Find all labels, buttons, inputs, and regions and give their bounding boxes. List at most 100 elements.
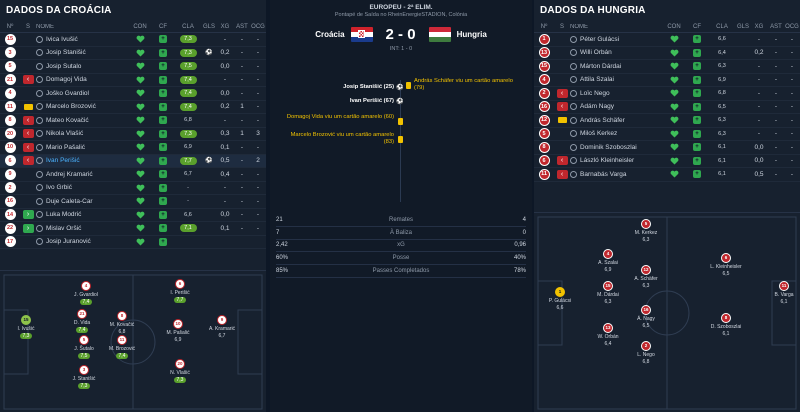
player-name[interactable]: Loïc Nego (580, 90, 610, 97)
player-name[interactable]: Ádám Nagy (580, 103, 614, 110)
table-row[interactable]: 8 Dominik Szoboszlai +6,1 0,0 - - (534, 141, 800, 155)
name-cell[interactable]: Loïc Nego (570, 89, 662, 97)
player-name[interactable]: László Kleinheisler (580, 157, 634, 164)
pitch-player[interactable]: 8 D. Szoboszlai 6,1 (709, 313, 743, 337)
col-ocg[interactable]: OCG (784, 24, 800, 30)
pitch-player[interactable]: 6 I. Perišić 7,7 (163, 279, 197, 303)
player-name[interactable]: Dominik Szoboszlai (580, 144, 637, 151)
player-name[interactable]: Luka Modrić (46, 211, 81, 218)
pitch-player[interactable]: 8 M. Kovačić 6,8 (105, 311, 139, 335)
table-row[interactable]: 10 ‹ Mario Pašalić +6,9 0,1 - - (0, 141, 266, 155)
name-cell[interactable]: Joško Gvardiol (36, 89, 128, 97)
player-name[interactable]: Andrej Kramarić (46, 171, 93, 178)
player-name[interactable]: Josip Juranović (46, 238, 91, 245)
col-ast[interactable]: AST (768, 24, 784, 30)
pitch-player[interactable]: 2 L. Nego 6,8 (629, 341, 663, 365)
table-row[interactable]: 17 Josip Juranović + (0, 236, 266, 249)
name-cell[interactable]: Ivica Ivušić (36, 35, 128, 43)
pitch-player[interactable]: 9 A. Kramarić 6,7 (205, 315, 239, 339)
name-cell[interactable]: Andrej Kramarić (36, 170, 128, 178)
table-row[interactable]: 4 Attila Szalai +6,9 - - - (534, 74, 800, 87)
player-name[interactable]: Attila Szalai (580, 76, 614, 83)
player-name[interactable]: Josip Šutalo (46, 63, 81, 70)
pitch-player[interactable]: 11 B. Varga 6,1 (767, 281, 800, 305)
name-cell[interactable]: Dominik Szoboszlai (570, 143, 662, 151)
name-cell[interactable]: Duje Caleta-Car (36, 197, 128, 205)
pitch-player[interactable]: 12 A. Schäfer 6,3 (629, 265, 663, 289)
name-cell[interactable]: Willi Orbán (570, 49, 662, 57)
name-cell[interactable]: Domagoj Vida (36, 76, 128, 84)
name-cell[interactable]: Mateo Kovačić (36, 116, 128, 124)
pitch-player[interactable]: 3 J. Stanišić 7,3 (67, 365, 101, 389)
player-name[interactable]: Nikola Vlašić (46, 130, 83, 137)
col-con[interactable]: CON (662, 24, 686, 30)
name-cell[interactable]: Márton Dárdai (570, 62, 662, 70)
col-no[interactable]: Nº (534, 24, 554, 30)
player-name[interactable]: Willi Orbán (580, 49, 612, 56)
player-name[interactable]: Márton Dárdai (580, 63, 621, 70)
col-xg[interactable]: XG (216, 24, 234, 30)
col-s[interactable]: S (554, 24, 570, 30)
table-row[interactable]: 14 › Luka Modrić +6,6 0,0 - - (0, 209, 266, 222)
table-row[interactable]: 21 ‹ Domagoj Vida +7,4 - - - (0, 74, 266, 87)
name-cell[interactable]: András Schäfer (570, 116, 662, 124)
table-row[interactable]: 11 Marcelo Brozović +7,4 0,2 1 - (0, 101, 266, 114)
col-name[interactable]: NOME (36, 24, 128, 30)
table-row[interactable]: 5 Miloš Kerkez +6,3 - - - (534, 128, 800, 141)
home-team-name[interactable]: Croácia (315, 30, 344, 39)
player-name[interactable]: András Schäfer (580, 117, 625, 124)
name-cell[interactable]: Marcelo Brozović (36, 103, 128, 111)
table-row[interactable]: 12 András Schäfer +6,3 - - - (534, 114, 800, 128)
player-name[interactable]: Ivo Grbić (46, 184, 72, 191)
table-row[interactable]: 2 Ivo Grbić + - - - - (0, 182, 266, 195)
pitch-player[interactable]: 15 M. Dárdai 6,3 (591, 281, 625, 305)
player-name[interactable]: Mislav Oršić (46, 225, 81, 232)
col-name[interactable]: NOME (570, 24, 662, 30)
player-name[interactable]: Mateo Kovačić (46, 117, 89, 124)
away-team-name[interactable]: Hungria (457, 30, 487, 39)
col-gls[interactable]: GLS (736, 24, 750, 30)
player-name[interactable]: Ivica Ivušić (46, 36, 78, 43)
player-name[interactable]: Barnabás Varga (580, 171, 627, 178)
player-name[interactable]: Marcelo Brozović (46, 103, 96, 110)
table-row[interactable]: 5 Josip Šutalo +7,5 0,0 - - (0, 60, 266, 74)
col-ast[interactable]: AST (234, 24, 250, 30)
col-cla[interactable]: CLA (708, 24, 736, 30)
pitch-player[interactable]: 5 J. Šutalo 7,5 (67, 335, 101, 359)
table-row[interactable]: 9 Andrej Kramarić +6,7 0,4 - - (0, 168, 266, 182)
table-row[interactable]: 1 Péter Gulácsi +6,6 - - - (534, 33, 800, 47)
pitch-player[interactable]: 10 M. Pašalić 6,9 (161, 319, 195, 343)
table-row[interactable]: 16 Duje Caleta-Car + - - - - (0, 195, 266, 209)
pitch-player[interactable]: 16 Á. Nagy 6,5 (629, 305, 663, 329)
pitch-player[interactable]: 5 M. Kerkez 6,3 (629, 219, 663, 243)
pitch-player[interactable]: 4 J. Gvardiol 7,4 (69, 281, 103, 305)
name-cell[interactable]: Luka Modrić (36, 211, 128, 219)
col-ocg[interactable]: OCG (250, 24, 266, 30)
table-row[interactable]: 2 ‹ Loïc Nego +6,8 - - - (534, 87, 800, 101)
name-cell[interactable]: Péter Gulácsi (570, 35, 662, 43)
name-cell[interactable]: Ivo Grbić (36, 184, 128, 192)
pitch-player[interactable]: 15 I. Ivušić 7,3 (9, 315, 43, 339)
table-row[interactable]: 13 Willi Orbán +6,4 0,2 - - (534, 47, 800, 60)
player-name[interactable]: Domagoj Vida (46, 76, 87, 83)
name-cell[interactable]: Mario Pašalić (36, 143, 128, 151)
name-cell[interactable]: Ádám Nagy (570, 103, 662, 111)
table-row[interactable]: 6 ‹ László Kleinheisler +6,1 0,0 - - (534, 155, 800, 168)
name-cell[interactable]: Attila Szalai (570, 76, 662, 84)
table-row[interactable]: 8 ‹ Mateo Kovačić +6,8 - - - (0, 114, 266, 128)
pitch-player[interactable]: 13 W. Orbán 6,4 (591, 323, 625, 347)
table-row[interactable]: 4 Joško Gvardiol +7,4 0,0 - - (0, 87, 266, 101)
pitch-player[interactable]: 11 M. Brozović 7,4 (105, 335, 139, 359)
name-cell[interactable]: Josip Šutalo (36, 62, 128, 70)
pitch-player[interactable]: 21 D. Vida 7,4 (65, 309, 99, 333)
pitch-player[interactable]: 1 P. Gulácsi 6,6 (543, 287, 577, 311)
pitch-player[interactable]: 6 L. Kleinheisler 6,5 (709, 253, 743, 277)
player-name[interactable]: Ivan Perišić (46, 157, 80, 164)
pitch-player[interactable]: 20 N. Vlašić 7,3 (163, 359, 197, 383)
table-row[interactable]: 15 Ivica Ivušić +7,3 - - - (0, 33, 266, 47)
player-name[interactable]: Péter Gulácsi (580, 36, 619, 43)
name-cell[interactable]: Mislav Oršić (36, 224, 128, 232)
col-no[interactable]: Nº (0, 24, 20, 30)
name-cell[interactable]: Josip Juranović (36, 238, 128, 246)
table-row[interactable]: 16 ‹ Ádám Nagy +6,5 - - - (534, 101, 800, 114)
